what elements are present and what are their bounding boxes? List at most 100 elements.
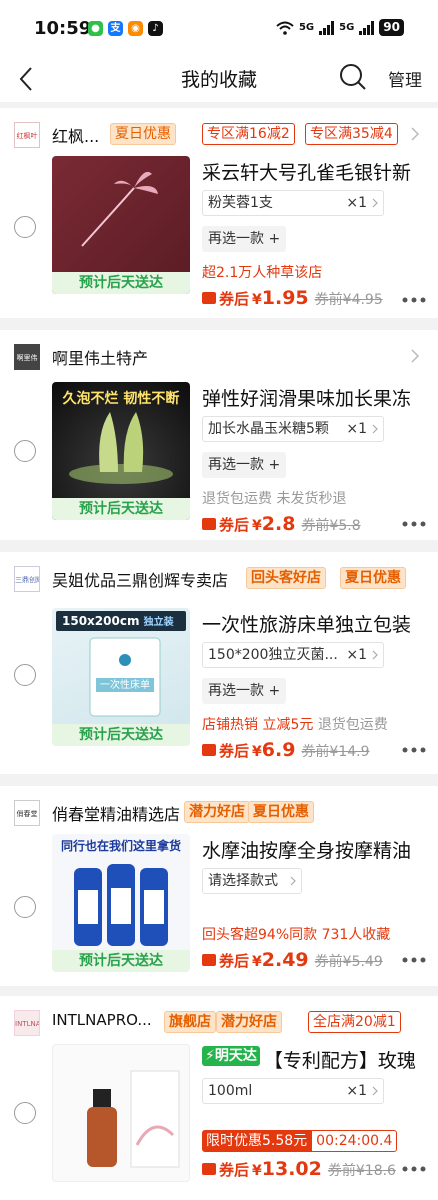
shop-row[interactable]: 俏春堂 俏春堂精油精选店 潜力好店 夏日优惠 [0, 786, 438, 826]
sku-selector[interactable]: 150*200独立灭菌... ×1 [202, 642, 384, 668]
product-image[interactable]: 预计后天送达 [52, 156, 190, 294]
product-title[interactable]: 一次性旅游床单独立包装 [202, 610, 424, 637]
search-icon[interactable] [338, 62, 368, 92]
product-title[interactable]: 水摩油按摩全身按摩精油 [202, 836, 424, 863]
status-bar: 10:59 ● 支 ◉ ♪ 5G 5G 90 [0, 0, 438, 56]
shop-name[interactable]: 啊里伟土特产 [52, 345, 148, 369]
delivery-estimate: 预计后天送达 [52, 724, 190, 746]
promo-highlight: 店铺热销 立减5元 [202, 717, 314, 733]
choose-another-button[interactable]: 再选一款 + [202, 226, 287, 252]
shop-logo: 俏春堂 [14, 800, 40, 826]
sku-selector[interactable]: 100ml ×1 [202, 1078, 384, 1104]
product-image[interactable]: 150x200cm 独立装 一次性床单 预计后天送达 [52, 608, 190, 746]
promo-text: 店铺热销 立减5元 退货包运费 [202, 714, 388, 734]
image-label-text: 一次性床单 [100, 680, 150, 691]
limited-offer-label: 限时优惠5.58元 [202, 1130, 312, 1152]
shop-name[interactable]: INTLNAPRO... [52, 1011, 152, 1029]
select-radio[interactable] [14, 896, 36, 918]
after-coupon-label: 券后 [219, 952, 250, 970]
sku-selector[interactable]: 请选择款式 [202, 868, 302, 894]
countdown-timer: 00:24:00.4 [311, 1130, 398, 1152]
after-coupon-label: 券后 [219, 290, 250, 308]
select-radio[interactable] [14, 664, 36, 686]
tag-potential-shop: 潜力好店 [216, 1011, 282, 1033]
product-title-row[interactable]: ⚡明天达 【专利配方】玫瑰 [202, 1046, 424, 1073]
more-icon[interactable] [402, 957, 426, 963]
delivery-estimate: 预计后天送达 [52, 950, 190, 972]
price-before-coupon: 券前¥18.6 [327, 1163, 396, 1179]
price-row: 券后 ¥1.95 券前¥4.95 [202, 287, 383, 311]
select-radio[interactable] [14, 1102, 36, 1124]
price-before-coupon: 券前¥5.49 [314, 954, 383, 970]
currency-symbol: ¥ [252, 1163, 262, 1179]
coupon-icon [202, 743, 216, 756]
coupon-icon [202, 291, 216, 304]
price-row: 券后 ¥2.49 券前¥5.49 [202, 949, 383, 973]
price-before-coupon: 券前¥14.9 [301, 744, 370, 760]
choose-another-button[interactable]: 再选一款 + [202, 452, 287, 478]
status-time: 10:59 [34, 18, 92, 39]
product-image[interactable]: 同行也在我们这里拿货 预计后天送达 [52, 834, 190, 972]
tag-coupon: 全店满20减1 [308, 1011, 401, 1033]
signal-icon [359, 20, 375, 35]
tag-potential-shop: 潜力好店 [184, 801, 250, 823]
sku-quantity: ×1 [346, 647, 367, 663]
tag-summer-discount: 夏日优惠 [248, 801, 314, 823]
more-icon[interactable] [402, 747, 426, 753]
more-icon[interactable] [402, 297, 426, 303]
select-radio[interactable] [14, 440, 36, 462]
jelly-corn-image [69, 412, 173, 484]
sku-label: 150*200独立灭菌... [208, 647, 338, 663]
tag-flagship: 旗舰店 [164, 1011, 216, 1033]
promo-secondary: 退货包运费 [317, 717, 388, 733]
shop-row[interactable]: 红枫叶 红枫... 夏日优惠 专区满16减2 专区满35减4 [0, 108, 438, 148]
shop-name[interactable]: 红枫... [52, 123, 99, 147]
price-after-coupon: 6.9 [261, 739, 296, 761]
favorite-item[interactable]: 啊里伟 啊里伟土特产 久泡不烂 韧性不断 预计后天送达 弹性好润滑果味加长果冻 … [0, 330, 438, 540]
shop-logo: 三鼎创辉 [14, 566, 40, 592]
price-after-coupon: 1.95 [261, 287, 309, 309]
coupon-icon [202, 953, 216, 966]
price-after-coupon: 13.02 [261, 1158, 322, 1180]
favorite-item[interactable]: INTLNA INTLNAPRO... 旗舰店 潜力好店 全店满20减1 ⚡明天… [0, 996, 438, 1200]
nav-bar: 我的收藏 管理 [0, 56, 438, 102]
shop-row[interactable]: 三鼎创辉 吴姐优品三鼎创辉专卖店 回头客好店 夏日优惠 [0, 552, 438, 592]
next-day-text: 明天达 [214, 1048, 257, 1064]
favorite-item[interactable]: 红枫叶 红枫... 夏日优惠 专区满16减2 专区满35减4 预计后天送达 采云… [0, 108, 438, 318]
product-image[interactable]: 久泡不烂 韧性不断 预计后天送达 [52, 382, 190, 520]
sku-label: 请选择款式 [208, 873, 278, 889]
shop-row[interactable]: INTLNA INTLNAPRO... 旗舰店 潜力好店 全店满20减1 [0, 996, 438, 1036]
tag-coupon: 专区满35减4 [305, 123, 398, 145]
sku-selector[interactable]: 加长水晶玉米糖5颗 ×1 [202, 416, 384, 442]
more-icon[interactable] [402, 521, 426, 527]
shop-name[interactable]: 吴姐优品三鼎创辉专卖店 [52, 567, 228, 591]
sku-quantity: ×1 [346, 1083, 367, 1099]
chevron-right-icon [290, 876, 296, 886]
sku-selector[interactable]: 粉芙蓉1支 ×1 [202, 190, 384, 216]
manage-button[interactable]: 管理 [388, 66, 422, 91]
after-coupon-label: 券后 [219, 1161, 250, 1179]
shop-name[interactable]: 俏春堂精油精选店 [52, 801, 180, 825]
shop-logo: 啊里伟 [14, 344, 40, 370]
select-radio[interactable] [14, 216, 36, 238]
more-icon[interactable] [402, 1166, 426, 1172]
product-title[interactable]: 采云轩大号孔雀毛银针新 [202, 158, 424, 185]
favorite-item[interactable]: 俏春堂 俏春堂精油精选店 潜力好店 夏日优惠 同行也在我们这里拿货 预计后天送达… [0, 786, 438, 986]
promo-text: 超2.1万人种草该店 [202, 265, 323, 281]
price-after-coupon: 2.8 [261, 513, 296, 535]
favorite-item[interactable]: 三鼎创辉 吴姐优品三鼎创辉专卖店 回头客好店 夏日优惠 150x200cm 独立… [0, 552, 438, 774]
tag-summer-discount: 夏日优惠 [340, 567, 406, 589]
signal-icon [319, 20, 335, 35]
wifi-icon [276, 21, 294, 35]
product-title[interactable]: 弹性好润滑果味加长果冻 [202, 384, 424, 411]
essential-oil-image [87, 1070, 180, 1168]
after-coupon-label: 券后 [219, 742, 250, 760]
tiktok-icon: ♪ [148, 21, 163, 36]
lightning-icon: ⚡ [205, 1048, 215, 1064]
product-image[interactable] [52, 1044, 190, 1182]
chevron-right-icon [372, 1086, 378, 1096]
coupon-icon [202, 1162, 216, 1175]
chevron-right-icon [372, 650, 378, 660]
shop-row[interactable]: 啊里伟 啊里伟土特产 [0, 330, 438, 370]
choose-another-button[interactable]: 再选一款 + [202, 678, 287, 704]
